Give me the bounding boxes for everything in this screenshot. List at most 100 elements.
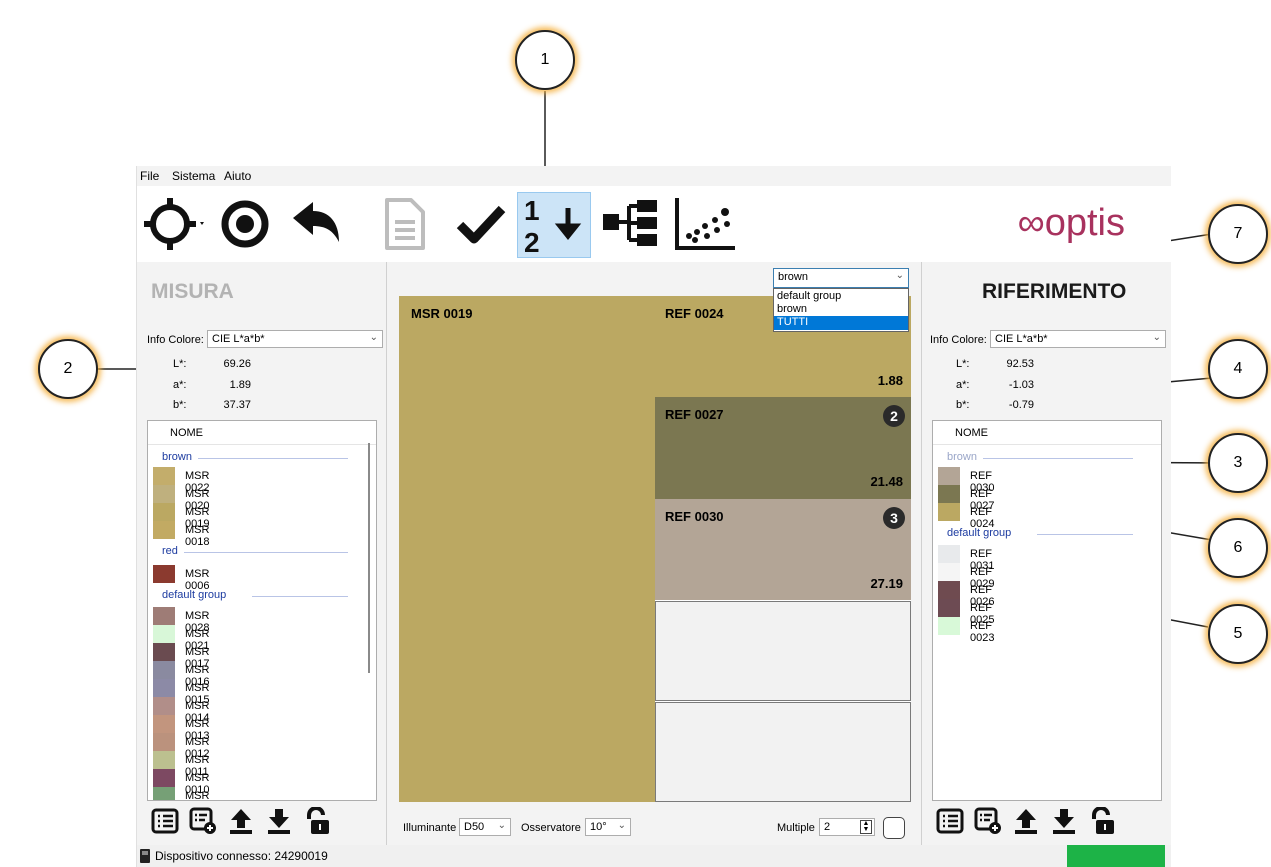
multiple-stepper[interactable]: 2 ▲ ▼ xyxy=(819,818,875,836)
tree-button[interactable] xyxy=(595,188,667,260)
riferimento-panel: RIFERIMENTO Info Colore: CIE L*a*b* ⌄ L*… xyxy=(921,262,1171,845)
l-label: L*: xyxy=(956,358,970,370)
list-view-button[interactable] xyxy=(934,806,966,836)
color-swatch xyxy=(938,599,960,617)
undo-button[interactable] xyxy=(281,188,353,260)
callout-3: 3 xyxy=(1208,433,1268,493)
chevron-down-icon: ⌄ xyxy=(1152,332,1161,343)
color-swatch xyxy=(938,467,960,485)
color-swatch xyxy=(938,581,960,599)
comparison-area: MSR 0019 REF 0024 1.88 REF 0027 2 21.48 … xyxy=(387,262,921,845)
multiple-checkbox[interactable] xyxy=(883,817,905,839)
color-swatch xyxy=(153,697,175,715)
list-icon xyxy=(936,808,964,834)
color-swatch xyxy=(938,617,960,635)
info-colore-value: CIE L*a*b* xyxy=(212,333,265,345)
b-label: b*: xyxy=(173,399,187,411)
group-divider xyxy=(983,458,1133,459)
osservatore-select[interactable]: 10° ⌄ xyxy=(585,818,631,836)
download-icon xyxy=(1053,809,1075,834)
confirm-button[interactable] xyxy=(445,188,517,260)
add-list-button[interactable] xyxy=(972,806,1004,836)
list-header-nome[interactable]: NOME xyxy=(933,421,1161,445)
device-icon xyxy=(140,849,150,863)
misura-actions xyxy=(149,806,333,836)
option-tutti[interactable]: TUTTI xyxy=(774,316,908,330)
color-swatch xyxy=(153,503,175,521)
info-colore-select[interactable]: CIE L*a*b* ⌄ xyxy=(207,330,383,348)
group-filter-options: default group brown TUTTI xyxy=(773,288,909,332)
list-add-icon xyxy=(189,807,216,834)
group-filter-value: brown xyxy=(778,271,808,283)
rank-badge: 2 xyxy=(883,405,905,427)
color-swatch xyxy=(153,715,175,733)
list-scrollbar[interactable] xyxy=(368,443,370,673)
scatter-plot-button[interactable] xyxy=(669,188,741,260)
color-swatch xyxy=(938,503,960,521)
ref-label: REF 0030 xyxy=(665,509,724,524)
tree-icon xyxy=(603,200,657,246)
chevron-down-icon: ⌄ xyxy=(895,270,904,281)
sort-order-button[interactable]: 1 2 xyxy=(517,192,591,258)
callout-2: 2 xyxy=(38,339,98,399)
add-list-button[interactable] xyxy=(187,806,219,836)
document-button[interactable] xyxy=(369,188,441,260)
item-label: REF 0023 xyxy=(970,620,995,644)
upload-button[interactable] xyxy=(225,806,257,836)
crosshair-button[interactable] xyxy=(137,188,209,260)
item-label: MSR 0009 xyxy=(185,790,210,801)
illuminante-select[interactable]: D50 ⌄ xyxy=(459,818,511,836)
menu-aiuto[interactable]: Aiuto xyxy=(224,169,251,183)
download-button[interactable] xyxy=(263,806,295,836)
download-button[interactable] xyxy=(1048,806,1080,836)
upload-icon xyxy=(1015,809,1037,834)
callout-7: 7 xyxy=(1208,204,1268,264)
chevron-down-icon: ⌄ xyxy=(369,332,378,343)
ref-delta: 21.48 xyxy=(870,474,903,489)
info-colore-select[interactable]: CIE L*a*b* ⌄ xyxy=(990,330,1166,348)
color-swatch xyxy=(153,607,175,625)
callout-4: 4 xyxy=(1208,339,1268,399)
rank-badge: 3 xyxy=(883,507,905,529)
callout-5: 5 xyxy=(1208,604,1268,664)
color-swatch xyxy=(153,485,175,503)
option-default-group[interactable]: default group xyxy=(774,290,908,303)
option-brown[interactable]: brown xyxy=(774,303,908,316)
l-value: 69.26 xyxy=(223,358,251,370)
empty-slot[interactable] xyxy=(655,601,911,701)
multiple-value: 2 xyxy=(824,821,831,833)
riferimento-actions xyxy=(934,806,1118,836)
list-icon xyxy=(151,808,179,834)
unlock-button[interactable] xyxy=(1086,806,1118,836)
unlock-icon xyxy=(307,807,329,834)
checkmark-icon xyxy=(456,205,506,244)
optis-logo: ∞optis xyxy=(1017,202,1125,244)
info-colore-label: Info Colore: xyxy=(930,334,987,346)
color-swatch xyxy=(153,679,175,697)
riferimento-list[interactable]: NOME brown REF 0030 REF 0027 REF 0024 de… xyxy=(932,420,1162,801)
group-filter-select[interactable]: brown ⌄ xyxy=(773,268,909,288)
color-swatch xyxy=(153,565,175,583)
list-header-nome[interactable]: NOME xyxy=(148,421,376,445)
list-view-button[interactable] xyxy=(149,806,181,836)
unlock-button[interactable] xyxy=(301,806,333,836)
upload-button[interactable] xyxy=(1010,806,1042,836)
sort-order-icon: 1 2 xyxy=(524,195,582,256)
stepper-arrows-icon[interactable]: ▲ ▼ xyxy=(860,820,872,834)
measure-swatch[interactable]: MSR 0019 xyxy=(399,296,655,802)
a-label: a*: xyxy=(173,379,187,391)
ref-swatch-3[interactable]: REF 0030 3 27.19 xyxy=(655,499,911,600)
menu-file[interactable]: File xyxy=(140,169,159,183)
target-button[interactable] xyxy=(209,188,281,260)
misura-list[interactable]: NOME brown MSR 0022 MSR 0020 MSR 0019 MS… xyxy=(147,420,377,801)
upload-icon xyxy=(230,809,252,834)
status-bar: Dispositivo connesso: 24290019 xyxy=(137,845,1171,867)
color-swatch xyxy=(153,787,175,800)
ref-swatch-2[interactable]: REF 0027 2 21.48 xyxy=(655,397,911,499)
empty-slot[interactable] xyxy=(655,702,911,802)
download-icon xyxy=(268,809,290,834)
svg-text:1: 1 xyxy=(524,195,540,226)
callout-6: 6 xyxy=(1208,518,1268,578)
menu-sistema[interactable]: Sistema xyxy=(172,169,215,183)
status-text: Dispositivo connesso: 24290019 xyxy=(155,849,328,863)
